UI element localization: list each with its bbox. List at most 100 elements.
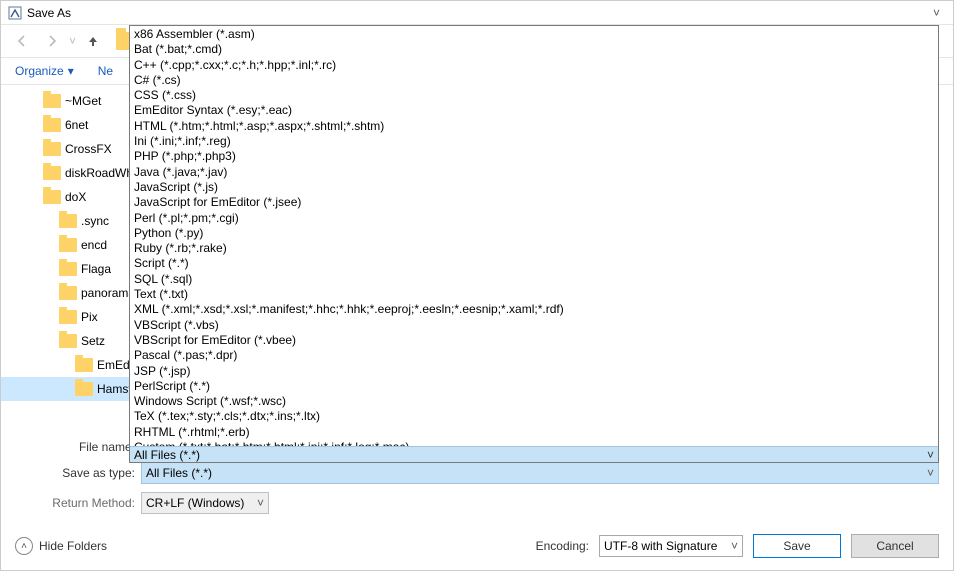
cancel-button[interactable]: Cancel [851, 534, 939, 558]
tree-item-label: ~MGet [65, 94, 101, 108]
file-type-option[interactable]: PHP (*.php;*.php3) [130, 149, 938, 164]
up-button[interactable] [80, 29, 106, 53]
tree-item-label: .sync [81, 214, 109, 228]
encoding-value: UTF-8 with Signature [604, 539, 717, 553]
tree-item[interactable]: EmEd [1, 353, 129, 377]
file-type-option[interactable]: VBScript (*.vbs) [130, 318, 938, 333]
folder-tree[interactable]: ~MGet 6net CrossFX diskRoadWh doX .sync encd Fl… [1, 85, 129, 428]
file-type-option[interactable]: Python (*.py) [130, 226, 938, 241]
tree-item[interactable]: CrossFX [1, 137, 129, 161]
file-type-option[interactable]: RHTML (*.rhtml;*.erb) [130, 425, 938, 440]
tree-item-label: Hamstr [97, 382, 129, 396]
folder-icon [75, 382, 93, 396]
file-type-option[interactable]: SQL (*.sql) [130, 272, 938, 287]
folder-icon [59, 286, 77, 300]
folder-icon [59, 214, 77, 228]
tree-item-label: doX [65, 190, 86, 204]
folder-icon [43, 118, 61, 132]
organize-menu[interactable]: Organize ▾ [15, 64, 74, 78]
tree-item-label: CrossFX [65, 142, 112, 156]
file-type-option[interactable]: XML (*.xml;*.xsd;*.xsl;*.manifest;*.hhc;… [130, 302, 938, 317]
file-type-dropdown-panel: ˅ x86 Assembler (*.asm)Bat (*.bat;*.cmd)… [129, 25, 939, 463]
tree-item[interactable]: Pix [1, 305, 129, 329]
folder-icon [75, 358, 93, 372]
file-type-option[interactable]: VBScript for EmEditor (*.vbee) [130, 333, 938, 348]
file-type-option[interactable]: Java (*.java;*.jav) [130, 165, 938, 180]
file-type-option[interactable]: JavaScript for EmEditor (*.jsee) [130, 195, 938, 210]
chevron-down-icon[interactable]: ˅ [933, 6, 940, 20]
file-type-option[interactable]: x86 Assembler (*.asm) [130, 27, 938, 42]
file-type-option[interactable]: Pascal (*.pas;*.dpr) [130, 348, 938, 363]
chevron-down-icon: ˅ [927, 448, 934, 462]
tree-item[interactable]: panoramas [1, 281, 129, 305]
file-type-option[interactable]: Windows Script (*.wsf;*.wsc) [130, 394, 938, 409]
chevron-down-icon: ˅ [927, 466, 934, 480]
folder-icon [43, 142, 61, 156]
save-as-type-value: All Files (*.*) [146, 466, 212, 480]
file-type-option[interactable]: Script (*.*) [130, 256, 938, 271]
folder-icon [43, 94, 61, 108]
file-type-option-list[interactable]: x86 Assembler (*.asm)Bat (*.bat;*.cmd)C+… [130, 26, 938, 446]
file-type-option[interactable]: HTML (*.htm;*.html;*.asp;*.aspx;*.shtml;… [130, 119, 938, 134]
encoding-label: Encoding: [536, 539, 589, 553]
file-type-option[interactable]: C++ (*.cpp;*.cxx;*.c;*.h;*.hpp;*.inl;*.r… [130, 58, 938, 73]
hide-folders-label: Hide Folders [39, 539, 107, 553]
window-title: Save As [27, 6, 947, 20]
file-type-option[interactable]: JavaScript (*.js) [130, 180, 938, 195]
tree-item[interactable]: .sync [1, 209, 129, 233]
tree-item-label: 6net [65, 118, 88, 132]
return-method-combo[interactable]: CR+LF (Windows) ˅ [141, 492, 269, 514]
save-button[interactable]: Save [753, 534, 841, 558]
title-bar: Save As [1, 1, 953, 25]
tree-item[interactable]: encd [1, 233, 129, 257]
tree-item[interactable]: Hamstr [1, 377, 129, 401]
tree-item-label: panoramas [81, 286, 129, 300]
folder-icon [43, 166, 61, 180]
organize-label: Organize [15, 64, 64, 78]
tree-item[interactable]: ~MGet [1, 89, 129, 113]
folder-icon [43, 190, 61, 204]
return-method-label: Return Method: [15, 496, 141, 510]
save-as-type-combo[interactable]: All Files (*.*) ˅ [141, 462, 939, 484]
file-type-option[interactable]: TeX (*.tex;*.sty;*.cls;*.dtx;*.ins;*.ltx… [130, 409, 938, 424]
chevron-down-icon: ˅ [731, 539, 738, 553]
return-method-value: CR+LF (Windows) [146, 496, 244, 510]
app-icon [7, 5, 23, 21]
hide-folders-button[interactable]: ˄ Hide Folders [15, 537, 107, 555]
tree-item[interactable]: Flaga [1, 257, 129, 281]
save-as-type-label: Save as type: [15, 466, 141, 480]
chevron-up-circle-icon: ˄ [15, 537, 33, 555]
file-type-option[interactable]: C# (*.cs) [130, 73, 938, 88]
chevron-down-icon: ˅ [257, 496, 264, 510]
tree-item[interactable]: 6net [1, 113, 129, 137]
new-folder-button[interactable]: Ne [98, 64, 113, 78]
file-type-option[interactable]: EmEditor Syntax (*.esy;*.eac) [130, 103, 938, 118]
file-type-option[interactable]: Ruby (*.rb;*.rake) [130, 241, 938, 256]
file-type-option[interactable]: JSP (*.jsp) [130, 364, 938, 379]
file-type-option[interactable]: CSS (*.css) [130, 88, 938, 103]
folder-icon [59, 262, 77, 276]
history-dropdown-icon[interactable]: ˅ [69, 34, 76, 48]
tree-item[interactable]: Setz [1, 329, 129, 353]
tree-item-label: Flaga [81, 262, 111, 276]
tree-item[interactable]: doX [1, 185, 129, 209]
back-button[interactable] [9, 29, 35, 53]
folder-icon [59, 334, 77, 348]
tree-item[interactable]: diskRoadWh [1, 161, 129, 185]
tree-item-label: Setz [81, 334, 105, 348]
file-type-selected-label: All Files (*.*) [134, 448, 200, 462]
file-name-label: File name: [15, 440, 141, 454]
tree-item-label: encd [81, 238, 107, 252]
encoding-combo[interactable]: UTF-8 with Signature ˅ [599, 535, 743, 557]
tree-item-label: diskRoadWh [65, 166, 129, 180]
file-type-option[interactable]: PerlScript (*.*) [130, 379, 938, 394]
chevron-down-icon: ▾ [68, 64, 74, 78]
file-type-selected-row[interactable]: All Files (*.*) ˅ [130, 446, 938, 462]
forward-button[interactable] [39, 29, 65, 53]
tree-item-label: Pix [81, 310, 98, 324]
file-type-option[interactable]: Perl (*.pl;*.pm;*.cgi) [130, 211, 938, 226]
file-type-option[interactable]: Ini (*.ini;*.inf;*.reg) [130, 134, 938, 149]
file-type-option[interactable]: Text (*.txt) [130, 287, 938, 302]
folder-icon [59, 238, 77, 252]
file-type-option[interactable]: Bat (*.bat;*.cmd) [130, 42, 938, 57]
